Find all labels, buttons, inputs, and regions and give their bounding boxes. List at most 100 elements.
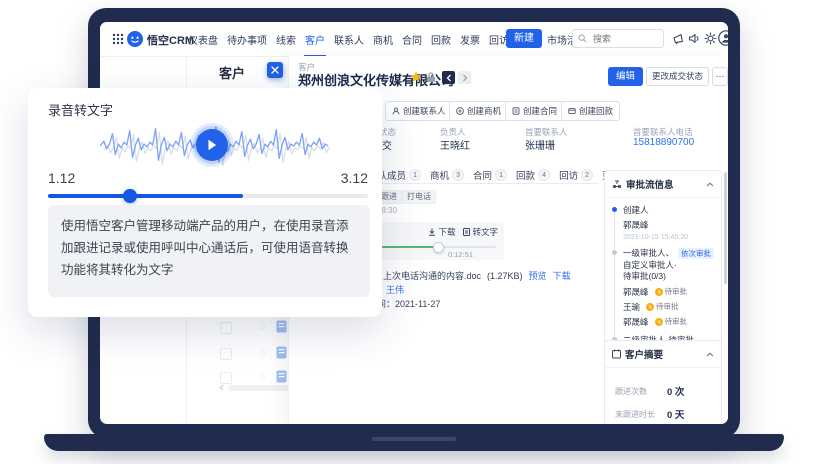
row-checkbox[interactable]	[220, 322, 232, 334]
voice-card-description: 使用悟空客户管理移动端产品的用户，在使用录音添加跟进记录或使用呼叫中心通话后，可…	[48, 205, 370, 297]
user-avatar[interactable]	[718, 30, 728, 46]
nav-item-contacts[interactable]: 联系人	[333, 22, 365, 57]
speaker-icon[interactable]	[688, 32, 701, 45]
pending-status: 待审批	[654, 286, 687, 297]
edit-button[interactable]: 编辑	[608, 67, 644, 86]
nav-item-todo[interactable]: 待办事项	[226, 22, 268, 57]
attachment-row: 与客户上次电话沟通的内容.doc (1.27KB) 预览 下载	[356, 269, 571, 282]
opportunity-icon	[456, 107, 464, 115]
nav-item-leads[interactable]: 线索	[275, 22, 297, 57]
nav-item-opportunities[interactable]: 商机	[372, 22, 394, 57]
customer-doc-icon	[276, 346, 287, 359]
pending-status: 待审批	[654, 316, 687, 327]
laptop-notch	[372, 437, 456, 441]
create-receivable-button[interactable]: 创建回款	[561, 101, 621, 121]
lock-icon	[427, 72, 435, 82]
tab-receivables[interactable]: 回款 4	[516, 168, 551, 182]
close-detail-button[interactable]	[267, 62, 283, 78]
global-search[interactable]	[572, 29, 664, 48]
row-star-icon[interactable]: ☆	[258, 372, 268, 383]
chevron-right-icon	[462, 74, 467, 81]
summary-card-title: 客户摘要	[625, 350, 664, 361]
apps-grid-icon[interactable]	[112, 33, 124, 45]
row-star-icon[interactable]: ☆	[258, 348, 268, 359]
pending-clock-icon	[646, 302, 655, 311]
tab-opportunities[interactable]: 商机 3	[430, 168, 465, 182]
download-icon	[429, 228, 436, 236]
current-time: 1.12	[48, 170, 76, 186]
voice-card-title: 录音转文字	[48, 103, 114, 118]
total-time: 3.12	[340, 170, 368, 186]
gear-icon[interactable]	[704, 32, 717, 45]
pending-clock-icon	[654, 287, 663, 296]
change-deal-status-button[interactable]: 更改成交状态	[646, 67, 710, 86]
receivable-icon	[568, 108, 576, 114]
attachment-size: (1.27KB)	[487, 270, 523, 281]
slider-handle[interactable]	[123, 189, 137, 203]
nav-item-invoices[interactable]: 发票	[459, 22, 481, 57]
pending-clock-icon	[654, 317, 663, 326]
row-star-icon[interactable]: ☆	[258, 322, 268, 333]
summary-row: 跟进次数 0 次	[615, 386, 685, 399]
collapse-icon[interactable]	[706, 351, 714, 357]
sequential-approval-badge: 依次审批	[678, 248, 714, 260]
slider-fill	[48, 194, 244, 198]
nav-item-contracts[interactable]: 合同	[401, 22, 423, 57]
prev-record-button[interactable]	[442, 71, 455, 84]
followup-tag: 打电话	[402, 190, 436, 204]
contact-icon	[392, 107, 400, 115]
more-actions-button[interactable]: ···	[712, 67, 728, 86]
collapse-icon[interactable]	[706, 181, 714, 187]
customer-summary-card: 客户摘要 跟进次数 0 次 未跟进时长 0 天	[604, 340, 722, 424]
summary-row: 未跟进时长 0 天	[615, 409, 685, 422]
new-button[interactable]: 新建	[506, 29, 542, 48]
audio-to-text-button[interactable]: 转文字	[463, 226, 498, 238]
vertical-scrollbar[interactable]	[724, 172, 727, 284]
search-input[interactable]	[591, 32, 655, 45]
customer-doc-icon	[276, 320, 287, 333]
favorite-star-icon[interactable]	[410, 71, 422, 83]
creation-timestamp: 2021-10-15 15:45:20	[623, 234, 688, 242]
summary-calendar-icon	[612, 349, 621, 359]
attachment-preview-link[interactable]: 预览	[529, 269, 547, 282]
search-icon	[578, 34, 587, 43]
related-contact-link[interactable]: 王伟	[386, 285, 404, 295]
transcribe-icon	[463, 228, 471, 236]
nav-item-dashboard[interactable]: 仪表盘	[187, 22, 219, 57]
wukong-logo-icon	[127, 31, 143, 47]
nav-item-receivables[interactable]: 回款	[430, 22, 452, 57]
audio-download-button[interactable]: 下载	[428, 226, 455, 238]
next-record-button[interactable]	[458, 71, 471, 84]
row-checkbox[interactable]	[220, 372, 232, 384]
chevron-left-icon	[446, 74, 451, 81]
announcement-icon[interactable]	[672, 32, 685, 45]
contract-icon	[512, 107, 520, 115]
audio-times: 1.12 3.12	[48, 170, 368, 186]
row-checkbox[interactable]	[220, 348, 232, 360]
audio-progress-handle[interactable]	[433, 242, 444, 253]
laptop-base	[44, 434, 784, 451]
nav-item-customers[interactable]: 客户	[304, 22, 326, 57]
create-contact-button[interactable]: 创建联系人	[385, 101, 453, 121]
primary-contact-value: 张珊珊	[525, 141, 555, 152]
close-icon	[271, 66, 279, 74]
detail-tabs: 团队成员1 商机3 合同1 回款4 回访2 更多	[368, 166, 631, 184]
horizontal-scrollbar[interactable]	[228, 385, 290, 391]
create-opportunity-button[interactable]: 创建商机	[449, 101, 509, 121]
approval-step-creator: 创建人 郭晟峰 2021-10-15 15:45:20	[612, 205, 714, 242]
customer-doc-icon	[276, 370, 287, 383]
pending-status: 待审批	[646, 301, 679, 312]
owner-value: 王晓红	[440, 141, 470, 152]
approval-card-title: 审批流信息	[626, 180, 674, 191]
play-icon	[208, 139, 217, 151]
voice-slider[interactable]	[48, 189, 368, 203]
attachment-download-link[interactable]: 下载	[553, 269, 571, 282]
create-contract-button[interactable]: 创建合同	[505, 101, 565, 121]
tab-contracts[interactable]: 合同 1	[473, 168, 508, 182]
approval-flow-icon	[612, 180, 622, 189]
play-button[interactable]	[190, 123, 234, 167]
approval-step-level1: 依次审批 一级审批人、自定义审批人·待审批(0/3) 郭晟峰 待审批 王瑜 待审…	[612, 248, 714, 327]
scroll-left-icon[interactable]	[218, 384, 225, 391]
tab-visits[interactable]: 回访 2	[559, 168, 594, 182]
primary-contact-phone: 15818890700	[633, 137, 695, 148]
